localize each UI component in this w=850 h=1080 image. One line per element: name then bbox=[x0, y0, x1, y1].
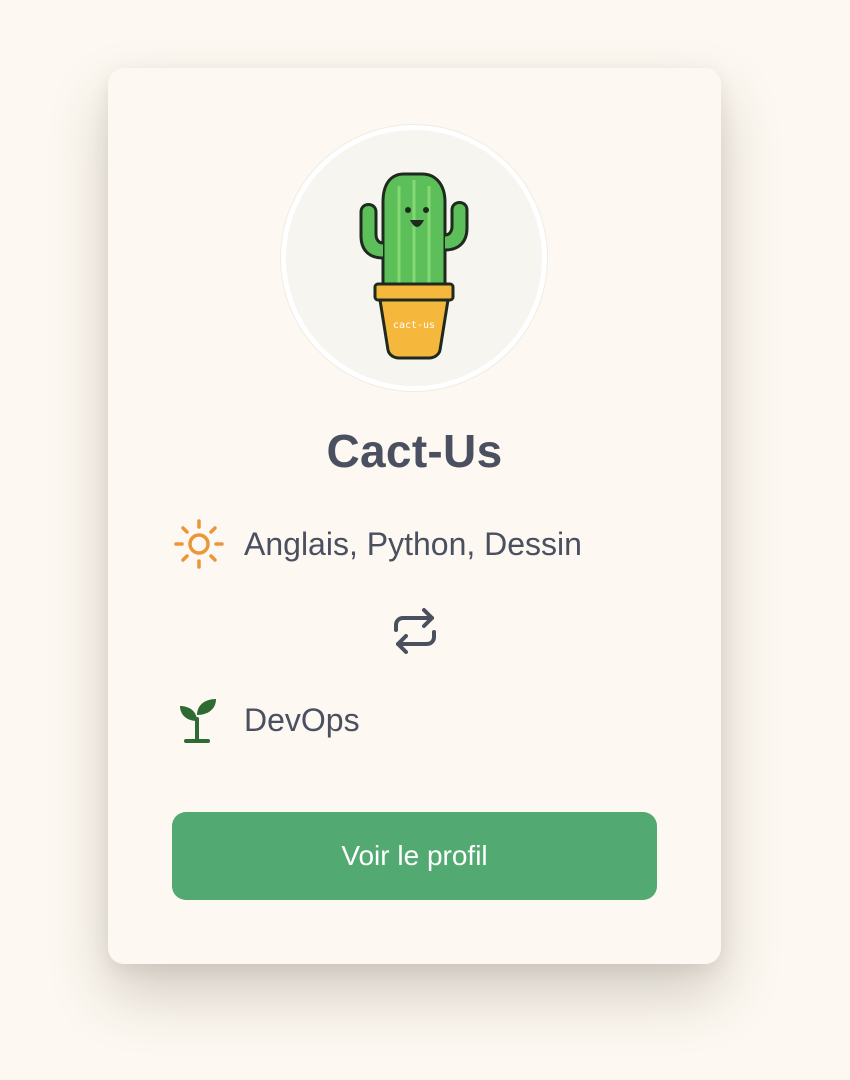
pot-label: cact-us bbox=[393, 320, 435, 331]
sun-icon bbox=[172, 518, 228, 570]
profile-name: Cact-Us bbox=[326, 425, 503, 477]
teaches-row: Anglais, Python, Dessin bbox=[172, 518, 582, 570]
learns-skills: DevOps bbox=[244, 701, 360, 738]
sprout-icon bbox=[172, 694, 228, 746]
view-profile-button[interactable]: Voir le profil bbox=[172, 812, 657, 900]
profile-card: cact-us Cact-Us Anglais, Python, Dessin bbox=[108, 68, 721, 964]
cactus-illustration: cact-us bbox=[359, 172, 469, 360]
swap-arrows-icon bbox=[388, 604, 442, 658]
learns-row: DevOps bbox=[172, 694, 360, 746]
avatar: cact-us bbox=[281, 125, 547, 391]
teaches-skills: Anglais, Python, Dessin bbox=[244, 525, 582, 562]
